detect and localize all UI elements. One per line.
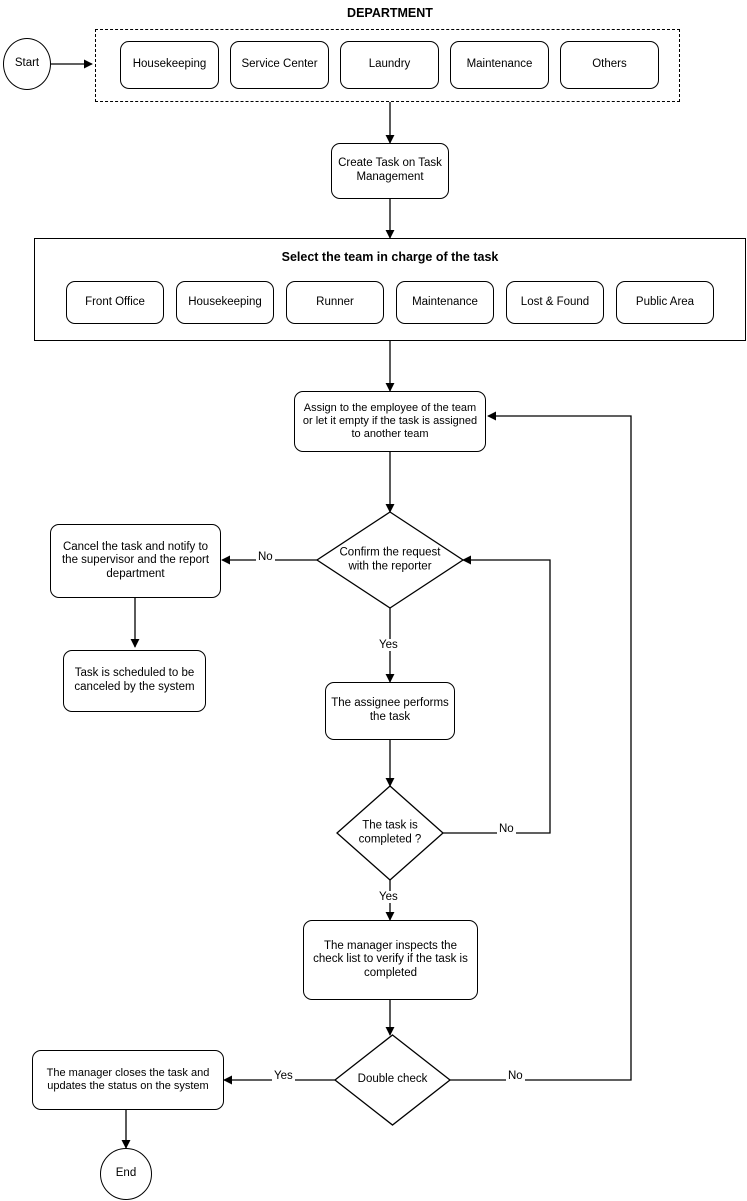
assign-employee-label: Assign to the employee of the team or le…: [302, 402, 478, 440]
cancel-task-node[interactable]: Cancel the task and notify to the superv…: [50, 524, 221, 598]
department-item-label: Maintenance: [466, 58, 533, 71]
edge-label-double-check-yes: Yes: [272, 1070, 295, 1082]
task-completed-line2: completed ?: [358, 833, 422, 845]
perform-task-node[interactable]: The assignee performs the task: [325, 682, 455, 740]
end-label: End: [115, 1167, 137, 1180]
edge-label-completed-no: No: [497, 823, 516, 835]
team-item-housekeeping[interactable]: Housekeeping: [176, 281, 274, 324]
double-check-decision[interactable]: Double check: [333, 1034, 452, 1126]
department-group-title: DEPARTMENT: [347, 6, 433, 20]
department-item-housekeeping[interactable]: Housekeeping: [120, 41, 219, 89]
edge-label-confirm-no: No: [256, 551, 275, 563]
department-item-service-center[interactable]: Service Center: [230, 41, 329, 89]
department-item-label: Housekeeping: [132, 58, 207, 71]
team-selection-title: Select the team in charge of the task: [281, 250, 499, 264]
inspect-checklist-label: The manager inspects the check list to v…: [313, 939, 468, 979]
department-item-label: Service Center: [241, 58, 318, 71]
create-task-node[interactable]: Create Task on Task Management: [331, 143, 449, 199]
team-item-label: Runner: [316, 295, 354, 308]
perform-task-label: The assignee performs the task: [331, 697, 449, 723]
flowchart-canvas: Start DEPARTMENT Housekeeping Service Ce…: [0, 0, 747, 1201]
cancel-task-label: Cancel the task and notify to the superv…: [61, 540, 210, 580]
confirm-request-decision[interactable]: Confirm the request with the reporter: [315, 511, 465, 609]
inspect-checklist-node[interactable]: The manager inspects the check list to v…: [303, 920, 478, 1000]
double-check-label: Double check: [357, 1073, 428, 1086]
confirm-request-label: Confirm the request with the reporter: [340, 546, 441, 573]
team-item-lost-and-found[interactable]: Lost & Found: [506, 281, 604, 324]
assign-employee-node[interactable]: Assign to the employee of the team or le…: [294, 391, 486, 452]
end-node: End: [100, 1148, 152, 1200]
team-item-public-area[interactable]: Public Area: [616, 281, 714, 324]
department-item-maintenance[interactable]: Maintenance: [450, 41, 549, 89]
edge-label-confirm-yes: Yes: [377, 639, 400, 651]
task-completed-decision[interactable]: The task is completed ?: [336, 785, 444, 881]
start-label: Start: [14, 57, 40, 70]
department-item-label: Others: [592, 58, 627, 71]
department-item-laundry[interactable]: Laundry: [340, 41, 439, 89]
edge-label-double-check-no: No: [506, 1070, 525, 1082]
team-item-front-office[interactable]: Front Office: [66, 281, 164, 324]
create-task-label: Create Task on Task Management: [338, 157, 442, 183]
edge-label-completed-yes: Yes: [377, 891, 400, 903]
close-task-node[interactable]: The manager closes the task and updates …: [32, 1050, 224, 1110]
department-item-label: Laundry: [368, 58, 411, 71]
scheduled-cancel-label: Task is scheduled to be canceled by the …: [74, 667, 195, 693]
confirm-request-line1: Confirm the request: [339, 546, 441, 559]
task-completed-label: The task is completed ?: [359, 819, 422, 846]
close-task-label: The manager closes the task and updates …: [46, 1067, 210, 1092]
team-item-label: Maintenance: [412, 295, 478, 308]
scheduled-cancel-node: Task is scheduled to be canceled by the …: [63, 650, 206, 712]
task-completed-line1: The task is: [362, 819, 418, 832]
start-node: Start: [3, 38, 51, 90]
team-item-label: Lost & Found: [520, 295, 590, 308]
department-item-others[interactable]: Others: [560, 41, 659, 89]
confirm-request-line2: with the reporter: [348, 560, 432, 572]
team-item-maintenance[interactable]: Maintenance: [396, 281, 494, 324]
team-item-label: Public Area: [635, 295, 695, 308]
team-item-label: Front Office: [85, 295, 145, 308]
team-item-runner[interactable]: Runner: [286, 281, 384, 324]
team-item-label: Housekeeping: [188, 295, 262, 308]
